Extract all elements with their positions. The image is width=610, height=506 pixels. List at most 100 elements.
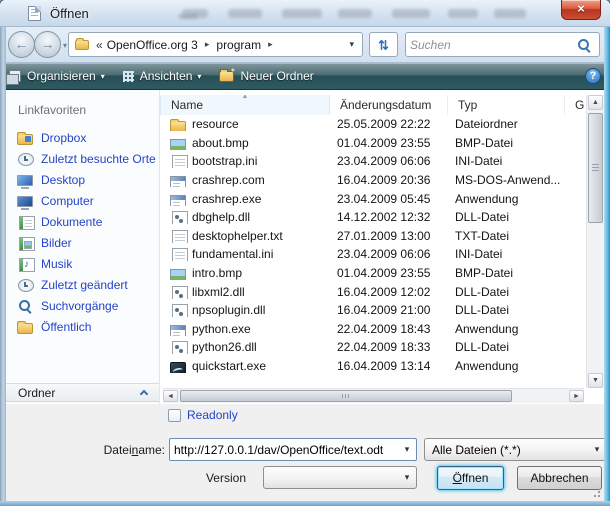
file-rows: resource 25.05.2009 22:22 Dateiordner ab… [160, 115, 586, 375]
filename-dropdown-icon[interactable]: ▾ [398, 444, 416, 455]
scroll-right-button[interactable]: ► [569, 390, 584, 402]
filetype-select[interactable]: Alle Dateien (*.*) ▾ [424, 438, 607, 461]
breadcrumb-overflow[interactable]: « [89, 38, 105, 52]
file-row[interactable]: desktophelper.txt 27.01.2009 13:00 TXT-D… [160, 227, 586, 246]
dialog-frame [604, 27, 610, 506]
close-icon: × [577, 1, 585, 16]
file-row[interactable]: python26.dll 22.04.2009 18:33 DLL-Datei [160, 338, 586, 357]
filetype-value: Alle Dateien (*.*) [432, 443, 521, 457]
file-name: quickstart.exe [192, 359, 266, 373]
file-name: npsoplugin.dll [192, 303, 265, 317]
views-button[interactable]: Ansichten ▾ [114, 65, 211, 88]
folders-expander[interactable]: Ordner [6, 383, 159, 402]
file-date: 23.04.2009 06:06 [330, 247, 448, 261]
background-window-artifact [448, 9, 478, 18]
column-header-type[interactable]: Typ [448, 95, 565, 115]
file-row[interactable]: crashrep.com 16.04.2009 20:36 MS-DOS-Anw… [160, 171, 586, 190]
sidebar-item[interactable]: Suchvorgänge [6, 295, 159, 316]
new-folder-label: Neuer Ordner [240, 69, 313, 83]
version-select[interactable]: ▾ [263, 466, 417, 489]
file-type-icon [172, 341, 188, 354]
file-row[interactable]: bootstrap.ini 23.04.2009 06:06 INI-Datei [160, 152, 586, 171]
breadcrumb-segment[interactable]: OpenOffice.org 3 [105, 38, 200, 52]
chevron-right-icon[interactable]: ▸ [200, 39, 215, 50]
file-name-cell: bootstrap.ini [160, 154, 330, 168]
file-type: Anwendung [448, 359, 565, 373]
address-dropdown-icon[interactable]: ▾ [349, 39, 354, 50]
sidebar-item-icon [17, 298, 33, 314]
file-row[interactable]: resource 25.05.2009 22:22 Dateiordner [160, 115, 586, 134]
file-date: 22.04.2009 18:33 [330, 340, 448, 354]
readonly-checkbox[interactable] [168, 409, 181, 422]
file-row[interactable]: libxml2.dll 16.04.2009 12:02 DLL-Datei [160, 282, 586, 301]
file-type: TXT-Datei [448, 229, 565, 243]
file-row[interactable]: npsoplugin.dll 16.04.2009 21:00 DLL-Date… [160, 301, 586, 320]
sidebar-item[interactable]: Dokumente [6, 211, 159, 232]
file-type-icon [170, 325, 186, 336]
history-dropdown-icon[interactable]: ▾ [63, 41, 67, 50]
vertical-scrollbar-thumb[interactable] [588, 113, 603, 223]
file-row[interactable]: about.bmp 01.04.2009 23:55 BMP-Datei [160, 134, 586, 153]
vertical-scrollbar[interactable]: ▲ ▼ [586, 95, 604, 388]
sidebar-item[interactable]: Dropbox [6, 127, 159, 148]
sidebar-item[interactable]: Musik [6, 253, 159, 274]
file-type: Anwendung [448, 192, 565, 206]
breadcrumb[interactable]: « OpenOffice.org 3 ▸ program ▸ ▾ [68, 32, 363, 57]
search-icon[interactable] [577, 38, 591, 52]
column-header-date[interactable]: Änderungsdatum [330, 95, 448, 115]
chevron-right-icon[interactable]: ▸ [263, 39, 278, 50]
file-name-cell: resource [160, 117, 330, 131]
column-label: Änderungsdatum [340, 98, 431, 112]
chevron-down-icon: ▾ [197, 72, 201, 81]
back-button[interactable]: ← [8, 31, 35, 58]
dialog-footer: Readonly Dateiname: ▾ Alle Dateien (*.*)… [6, 404, 604, 501]
file-name: libxml2.dll [192, 285, 245, 299]
open-dialog: Öffnen × ← → ▾ « OpenOffice.org 3 ▸ prog… [0, 0, 610, 506]
cancel-button[interactable]: Abbrechen [517, 466, 602, 490]
sort-ascending-icon: ▲ [242, 95, 249, 100]
organize-button[interactable]: Organisieren ▾ [0, 65, 114, 88]
refresh-button[interactable]: ⇄ [369, 32, 398, 57]
file-name-cell: npsoplugin.dll [160, 303, 330, 317]
filename-label: Dateiname: [46, 443, 165, 457]
sidebar-item-icon [17, 323, 33, 334]
file-row[interactable]: crashrep.exe 23.04.2009 05:45 Anwendung [160, 189, 586, 208]
sidebar-item[interactable]: Computer [6, 190, 159, 211]
file-row[interactable]: python.exe 22.04.2009 18:43 Anwendung [160, 320, 586, 339]
search-input[interactable] [408, 35, 573, 54]
horizontal-scrollbar[interactable]: ◄ ► [163, 388, 584, 403]
sidebar-item[interactable]: Bilder [6, 232, 159, 253]
file-row[interactable]: fundamental.ini 23.04.2009 06:06 INI-Dat… [160, 245, 586, 264]
file-row[interactable]: quickstart.exe 16.04.2009 13:14 Anwendun… [160, 357, 586, 376]
sidebar-item-label: Zuletzt geändert [41, 278, 128, 292]
forward-arrow-icon: → [41, 36, 55, 52]
horizontal-scrollbar-thumb[interactable] [180, 390, 512, 402]
sidebar-item[interactable]: Zuletzt geändert [6, 274, 159, 295]
new-folder-button[interactable]: Neuer Ordner [210, 65, 322, 88]
file-type-icon [170, 269, 186, 280]
file-row[interactable]: intro.bmp 01.04.2009 23:55 BMP-Datei [160, 264, 586, 283]
help-button[interactable]: ? [585, 68, 601, 84]
sidebar-item[interactable]: Öffentlich [6, 316, 159, 337]
organize-label: Organisieren [27, 69, 96, 83]
readonly-label[interactable]: Readonly [187, 408, 238, 422]
list-header: ▲ Name Änderungsdatum Typ G [160, 95, 604, 115]
column-header-name[interactable]: ▲ Name [160, 95, 330, 115]
scroll-up-button[interactable]: ▲ [588, 95, 603, 110]
file-type: INI-Datei [448, 247, 565, 261]
sidebar-item[interactable]: Zuletzt besuchte Orte [6, 148, 159, 169]
sidebar-item-icon [17, 196, 33, 207]
resize-grip[interactable] [591, 488, 601, 498]
open-button[interactable]: Öffnen [437, 466, 504, 490]
sidebar-item[interactable]: Desktop [6, 169, 159, 190]
close-button[interactable]: × [561, 0, 601, 20]
scroll-down-button[interactable]: ▼ [588, 373, 603, 388]
file-row[interactable]: dbghelp.dll 14.12.2002 12:32 DLL-Datei [160, 208, 586, 227]
filename-input[interactable] [170, 442, 398, 458]
breadcrumb-segment[interactable]: program [214, 38, 263, 52]
forward-button[interactable]: → [34, 31, 61, 58]
scroll-left-button[interactable]: ◄ [163, 390, 178, 402]
file-type: DLL-Datei [448, 210, 565, 224]
file-date: 22.04.2009 18:43 [330, 322, 448, 336]
file-type: DLL-Datei [448, 285, 565, 299]
